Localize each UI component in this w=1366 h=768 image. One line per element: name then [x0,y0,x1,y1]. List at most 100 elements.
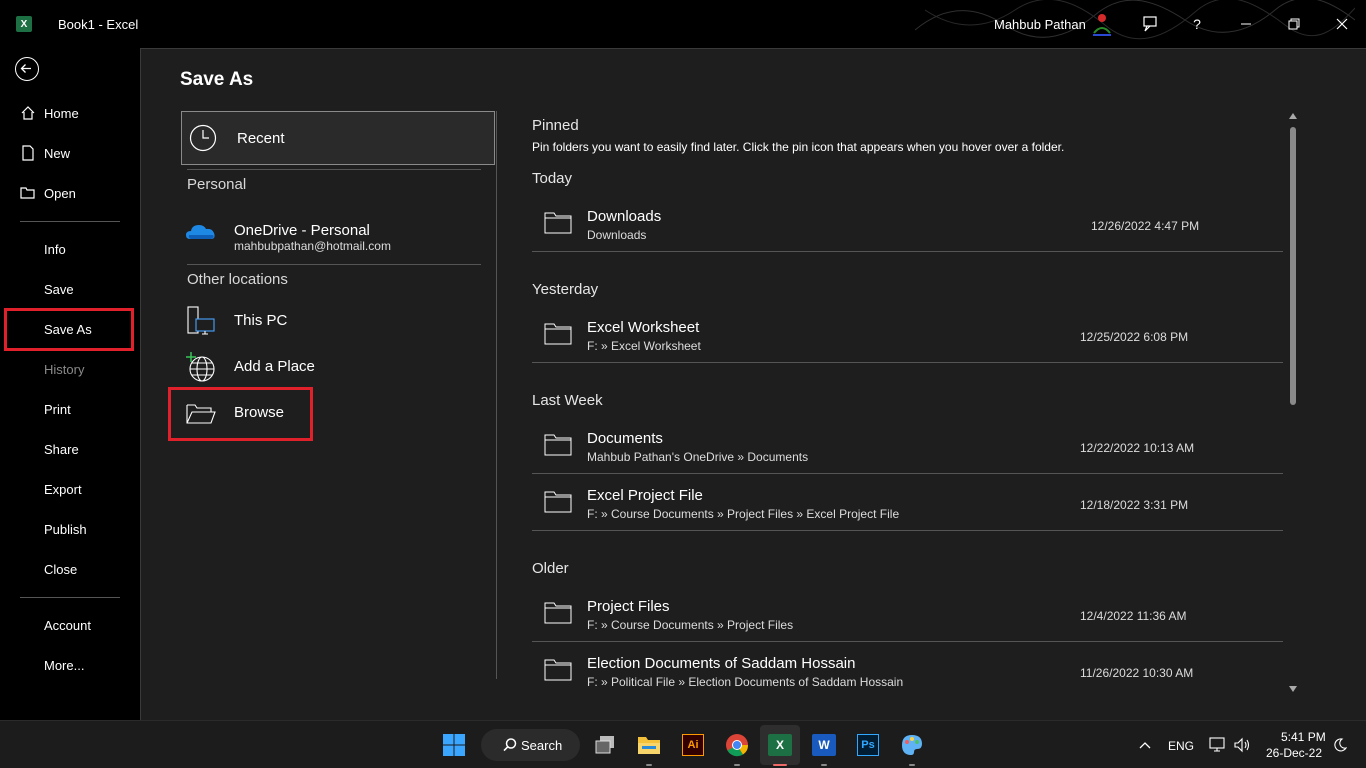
nav-publish-label: Publish [44,521,87,537]
folder-icon [544,434,572,456]
scroll-thumb[interactable] [1290,127,1296,405]
folder-name: Downloads [587,208,662,225]
nav-print-label: Print [44,401,71,417]
help-icon[interactable]: ? [1186,13,1208,35]
folder-icon [544,323,572,345]
folder-row[interactable]: Downloads Downloads 12/26/2022 4:47 PM [532,196,1283,252]
open-folder-icon [20,187,35,199]
group-header-older: Older [532,560,569,577]
search-label: Search [521,738,563,753]
nav-export[interactable]: Export [0,471,140,507]
nav-publish[interactable]: Publish [0,511,140,547]
restore-icon[interactable] [1283,13,1305,35]
avatar[interactable] [1090,11,1114,37]
folder-name: Project Files [587,598,670,615]
moon-icon [1334,738,1347,752]
nav-share-label: Share [44,441,79,457]
task-view-button[interactable] [589,729,621,761]
taskbar-paint[interactable] [896,729,928,761]
add-place-label: Add a Place [234,358,315,375]
paint-icon [902,735,922,755]
taskbar-search[interactable]: Search [481,729,580,761]
folder-row[interactable]: Project Files F: » Course Documents » Pr… [532,586,1283,642]
focus-assist-button[interactable] [1330,729,1350,761]
nav-open[interactable]: Open [0,175,140,211]
search-icon [503,738,517,752]
taskbar-file-explorer[interactable] [633,729,665,761]
pinned-description: Pin folders you want to easily find late… [532,140,1065,154]
show-hidden-icons-button[interactable] [1133,729,1157,761]
folder-name: Election Documents of Saddam Hossain [587,655,856,672]
group-header-last-week: Last Week [532,392,603,409]
user-name[interactable]: Mahbub Pathan [994,17,1086,32]
folder-row[interactable]: Election Documents of Saddam Hossain F: … [532,643,1283,699]
browse-highlight [168,387,313,441]
nav-share[interactable]: Share [0,431,140,467]
section-divider [187,264,481,265]
taskbar-chrome[interactable] [721,729,753,761]
folder-path: F: » Course Documents » Project Files [587,618,794,632]
windows-logo-icon [443,734,465,756]
folder-date: 12/25/2022 6:08 PM [1080,330,1189,344]
folder-path: Mahbub Pathan's OneDrive » Documents [587,450,809,464]
location-this-pc[interactable]: This PC [185,301,485,341]
network-button[interactable] [1206,729,1230,761]
nav-close[interactable]: Close [0,551,140,587]
folder-path: F: » Political File » Election Documents… [587,675,904,689]
taskbar-excel[interactable]: X [764,729,796,761]
nav-home[interactable]: Home [0,95,140,131]
nav-print[interactable]: Print [0,391,140,427]
folder-row[interactable]: Documents Mahbub Pathan's OneDrive » Doc… [532,418,1283,474]
clock-time[interactable]: 5:41 PM [1281,730,1326,744]
nav-history: History [0,351,140,387]
onedrive-email: mahbubpathan@hotmail.com [234,239,391,253]
excel-icon: X [768,734,792,756]
chevron-up-icon [1139,742,1151,749]
nav-info[interactable]: Info [0,231,140,267]
folder-name: Excel Worksheet [587,319,700,336]
other-locations-header: Other locations [187,271,288,288]
nav-save[interactable]: Save [0,271,140,307]
folder-path: F: » Excel Worksheet [587,339,701,353]
nav-new[interactable]: New [0,135,140,171]
folder-name: Excel Project File [587,487,703,504]
home-icon [21,106,35,120]
taskbar-illustrator[interactable]: Ai [677,729,709,761]
task-view-icon [595,736,614,754]
nav-account[interactable]: Account [0,607,140,643]
folder-icon [544,659,572,681]
location-add-place[interactable]: Add a Place [185,347,485,387]
save-as-panel: Save As Recent Personal OneDrive - Perso… [140,48,1366,720]
personal-header: Personal [187,176,247,193]
start-button[interactable] [438,729,470,761]
this-pc-label: This PC [234,312,288,329]
nav-more[interactable]: More... [0,647,140,683]
location-recent[interactable]: Recent [181,111,495,165]
new-document-icon [22,145,34,161]
input-language[interactable]: ENG [1168,739,1194,753]
scroll-down-arrow-icon[interactable] [1289,686,1297,692]
folder-row[interactable]: Excel Worksheet F: » Excel Worksheet 12/… [532,307,1283,363]
section-divider [187,169,481,170]
vertical-scrollbar[interactable] [1289,113,1297,693]
nav-account-label: Account [44,617,91,633]
nav-info-label: Info [44,241,66,257]
excel-logo-icon: X [16,16,32,32]
folder-row[interactable]: Excel Project File F: » Course Documents… [532,475,1283,531]
clock-date[interactable]: 26-Dec-22 [1266,746,1322,760]
taskbar-word[interactable]: W [808,729,840,761]
location-onedrive[interactable]: OneDrive - Personal mahbubpathan@hotmail… [185,211,485,253]
group-header-yesterday: Yesterday [532,281,599,298]
minimize-icon[interactable] [1235,13,1257,35]
volume-button[interactable] [1230,729,1254,761]
group-header-today: Today [532,170,573,187]
close-icon[interactable] [1331,13,1353,35]
folder-date: 12/18/2022 3:31 PM [1080,498,1189,512]
chrome-icon [726,734,749,757]
page-title: Save As [180,69,254,90]
scroll-up-arrow-icon[interactable] [1289,113,1297,119]
back-arrow-icon[interactable] [15,57,39,81]
taskbar-photoshop[interactable]: Ps [852,729,884,761]
volume-icon [1234,737,1250,753]
coauthoring-icon[interactable] [1139,13,1161,35]
